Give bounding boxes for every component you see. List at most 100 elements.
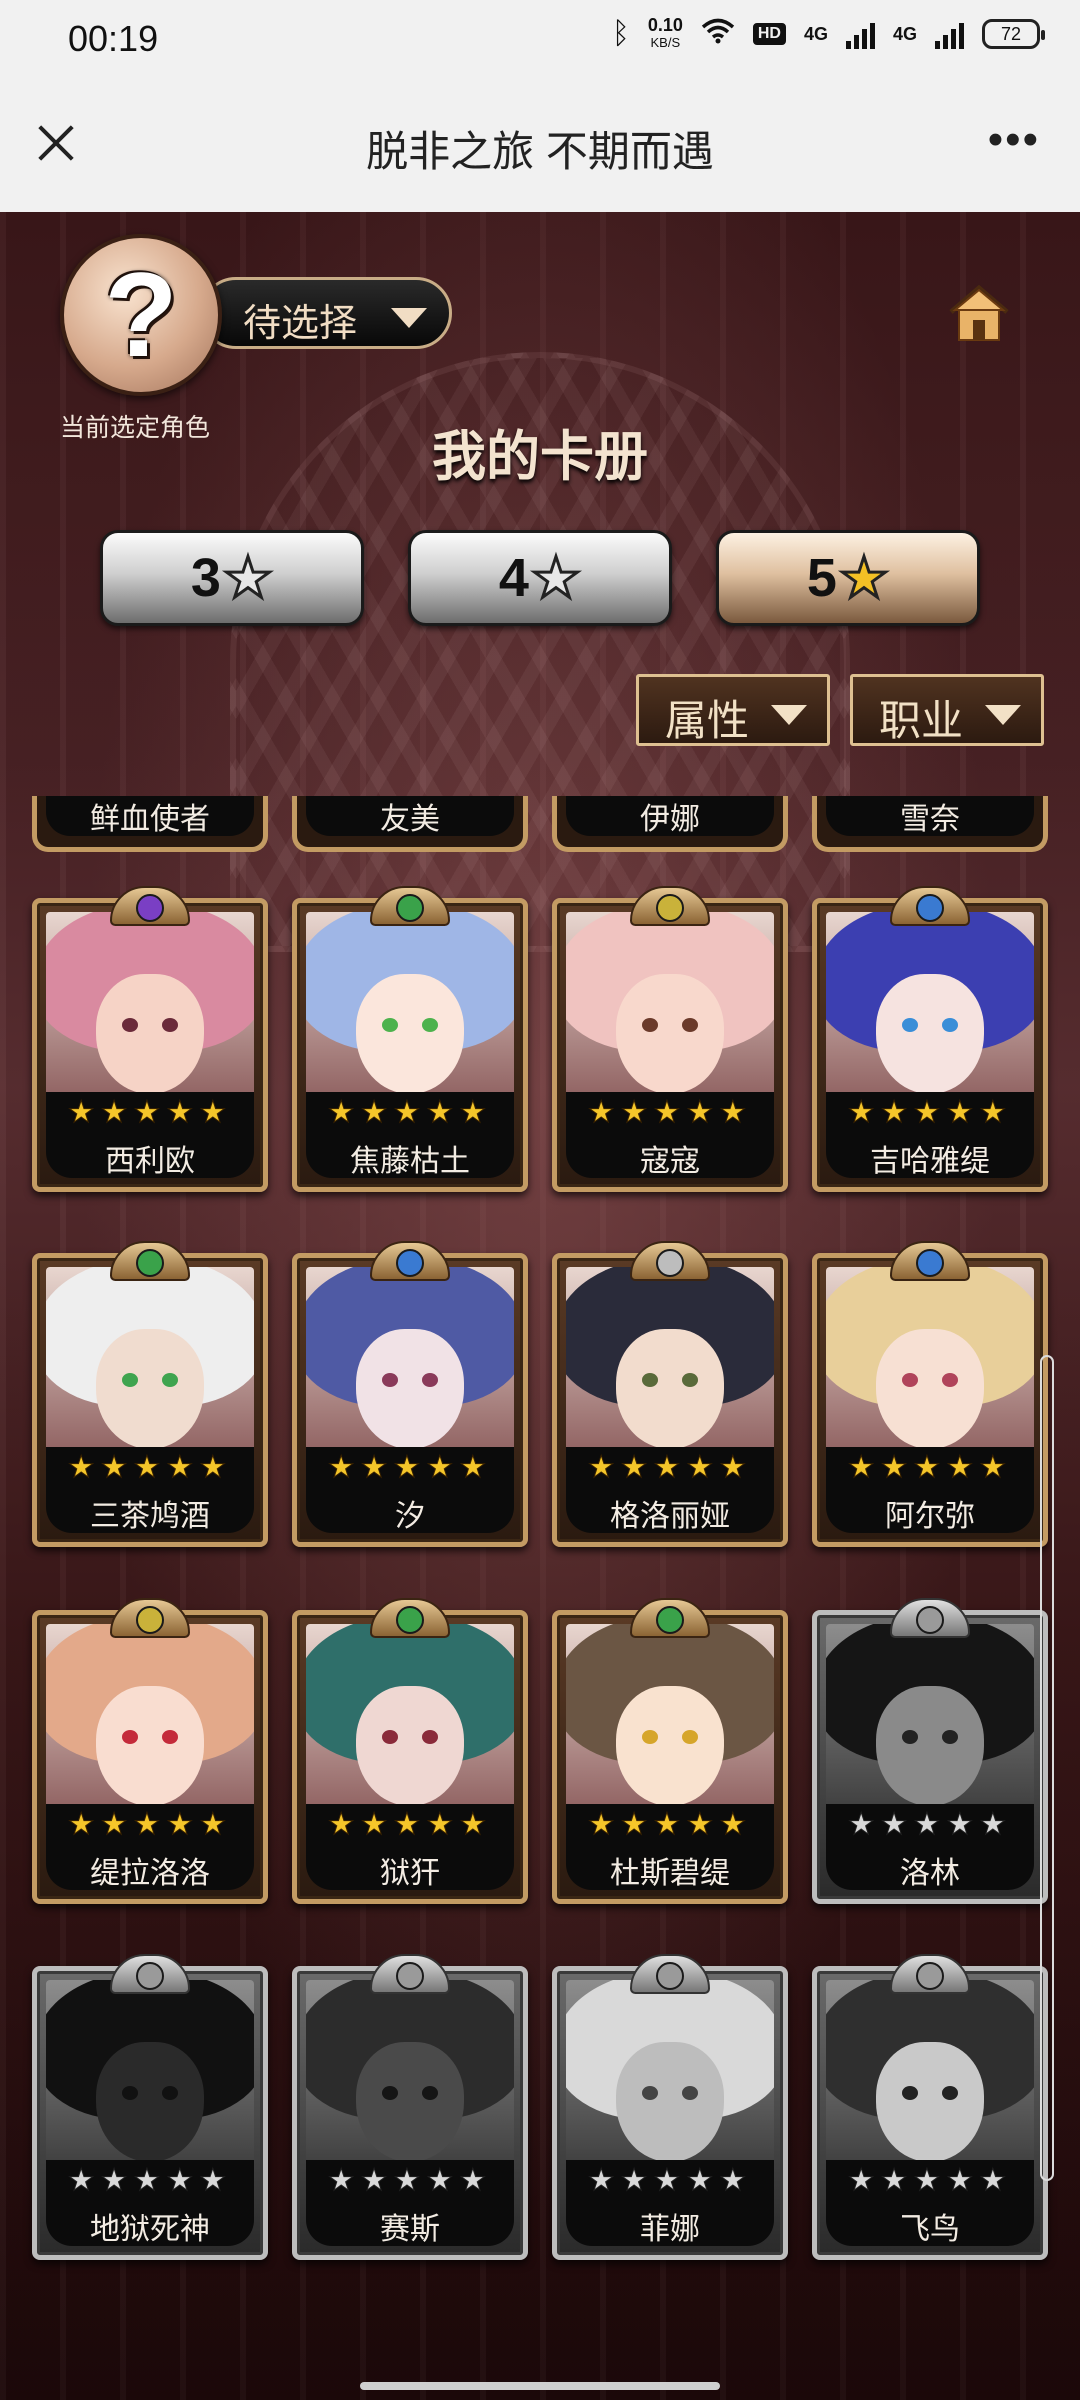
card-nameplate: ★★★★★ 狱犴 [306,1804,514,1890]
character-card[interactable]: ★★★★★ 三茶鸠酒 [32,1241,268,1547]
card-nameplate: ★★★★★ 飞鸟 [826,2160,1034,2246]
status-icons: ᛒ 0.10 KB/S HD 4G 4G 72 [611,16,1045,52]
portrait-face [356,1329,464,1449]
card-partial[interactable]: 友美 [292,796,528,856]
card-name: 友美 [380,803,440,836]
portrait-eye [942,2086,958,2100]
character-select-dropdown[interactable]: 待选择 [200,277,452,349]
element-gem-icon [396,1962,424,1990]
card-album-screen: 待选择 ? 当前选定角色 我的卡册 3 ★ 4 ★ 5 ★ 属性 职业 鲜血使者… [0,212,1080,2400]
scrollbar[interactable] [1040,1355,1054,2181]
tab-3-star[interactable]: 3 ★ [100,530,364,626]
card-nameplate: ★★★★★ 格洛丽娅 [566,1447,774,1533]
character-card[interactable]: ★★★★★ 菲娜 [552,1954,788,2260]
network-speed-unit: KB/S [650,35,681,50]
character-card[interactable]: ★★★★★ 地狱死神 [32,1954,268,2260]
element-gem-icon [136,1606,164,1634]
signal-bars-1-icon [845,19,875,49]
attribute-filter-label: 属性 [665,697,750,744]
portrait-eye [122,1018,138,1032]
network-type-1: 4G [803,23,828,44]
card-nameplate: 友美 [306,796,514,836]
card-name: 寇寇 [640,1145,700,1178]
character-portrait [306,1980,514,2180]
character-portrait [566,912,774,1112]
character-card[interactable]: ★★★★★ 赛斯 [292,1954,528,2260]
element-gem-icon [916,1606,944,1634]
portrait-face [616,1329,724,1449]
character-portrait [826,1267,1034,1467]
card-name: 洛林 [900,1857,960,1890]
card-name: 飞鸟 [900,2213,960,2246]
character-card[interactable]: ★★★★★ 汐 [292,1241,528,1547]
card-grid[interactable]: 鲜血使者 友美 伊娜 雪奈 ★★★★★ 西利欧 ★★★★★ 焦藤枯土 ★★★★★ 寇寇 ★★★★★ 吉… [0,796,1080,2294]
card-name: 狱犴 [380,1857,440,1890]
rarity-stars: ★★★★★ [67,1808,233,1842]
portrait-eye [902,1018,918,1032]
character-card[interactable]: ★★★★★ 洛林 [812,1598,1048,1904]
portrait-eye [422,1373,438,1387]
home-icon[interactable] [947,282,1011,344]
tab-4-star[interactable]: 4 ★ [408,530,672,626]
profession-filter-dropdown[interactable]: 职业 [850,674,1044,746]
portrait-face [356,2042,464,2162]
page-header-title: 脱非之旅 不期而遇 [366,128,714,175]
attribute-filter-dropdown[interactable]: 属性 [636,674,830,746]
portrait-eye [122,1730,138,1744]
wifi-icon [701,18,735,50]
character-card[interactable]: ★★★★★ 焦藤枯土 [292,886,528,1192]
card-partial[interactable]: 鲜血使者 [32,796,268,856]
portrait-face [96,2042,204,2162]
character-card[interactable]: ★★★★★ 缇拉洛洛 [32,1598,268,1904]
portrait-eye [422,1730,438,1744]
character-portrait [306,1267,514,1467]
card-nameplate: ★★★★★ 焦藤枯土 [306,1092,514,1178]
chevron-down-icon [391,308,427,328]
card-partial[interactable]: 雪奈 [812,796,1048,856]
character-card[interactable]: ★★★★★ 西利欧 [32,886,268,1192]
title-bar: 脱非之旅 不期而遇 ••• [0,78,1080,212]
character-portrait [46,1624,254,1824]
character-card[interactable]: ★★★★★ 狱犴 [292,1598,528,1904]
home-indicator[interactable] [360,2382,720,2390]
portrait-face [876,1686,984,1806]
clock: 00:19 [68,18,159,59]
card-nameplate: ★★★★★ 赛斯 [306,2160,514,2246]
tab-5-star[interactable]: 5 ★ [716,530,980,626]
element-gem-icon [136,1249,164,1277]
rarity-stars: ★★★★★ [847,1808,1013,1842]
character-card[interactable]: ★★★★★ 阿尔弥 [812,1241,1048,1547]
card-name: 缇拉洛洛 [90,1857,210,1890]
card-name: 吉哈雅缇 [870,1145,990,1178]
card-partial[interactable]: 伊娜 [552,796,788,856]
character-card[interactable]: ★★★★★ 寇寇 [552,886,788,1192]
character-portrait [826,1980,1034,2180]
tab-3-star-number: 3 [190,548,221,608]
battery-icon: 72 [982,19,1045,49]
rarity-stars: ★★★★★ [847,1096,1013,1130]
star-icon: ★ [529,546,582,609]
character-card[interactable]: ★★★★★ 杜斯碧缇 [552,1598,788,1904]
card-nameplate: ★★★★★ 杜斯碧缇 [566,1804,774,1890]
portrait-face [616,1686,724,1806]
signal-bars-2-icon [935,19,964,49]
character-card[interactable]: ★★★★★ 吉哈雅缇 [812,886,1048,1192]
portrait-face [616,2042,724,2162]
profession-filter-label: 职业 [879,697,964,744]
portrait-eye [902,2086,918,2100]
more-options-icon[interactable]: ••• [988,118,1040,162]
character-card[interactable]: ★★★★★ 飞鸟 [812,1954,1048,2260]
portrait-face [876,2042,984,2162]
bluetooth-icon: ᛒ [611,17,630,50]
character-card[interactable]: ★★★★★ 格洛丽娅 [552,1241,788,1547]
card-name: 西利欧 [105,1145,195,1178]
chevron-down-icon [771,705,807,725]
rarity-stars: ★★★★★ [327,2164,493,2198]
character-portrait [46,912,254,1112]
character-portrait [826,912,1034,1112]
card-name: 鲜血使者 [90,803,210,836]
card-name: 焦藤枯土 [350,1145,470,1178]
current-character-avatar[interactable]: ? [60,234,222,396]
element-gem-icon [136,1962,164,1990]
card-name: 汐 [395,1500,425,1533]
